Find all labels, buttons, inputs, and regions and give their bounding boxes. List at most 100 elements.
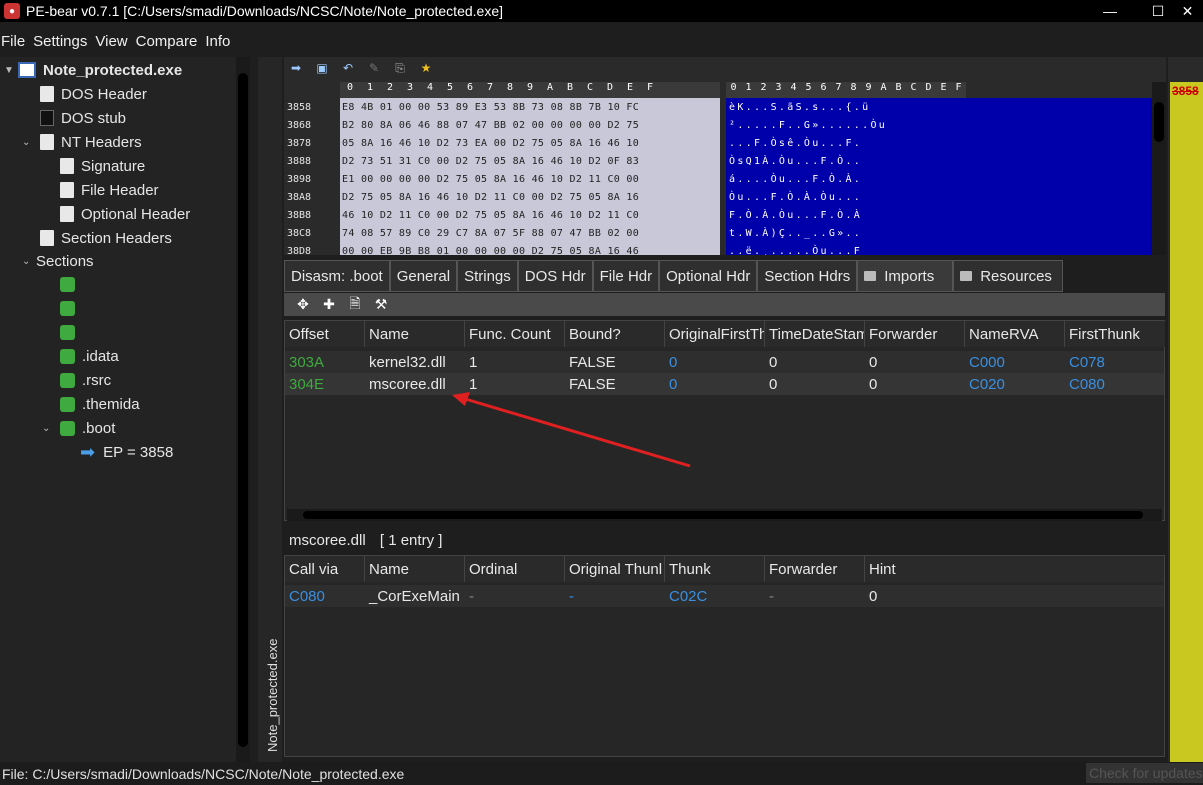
pencil-icon[interactable]: ✎ [366, 61, 382, 75]
column-header[interactable]: Name [365, 556, 465, 582]
tab-disasm[interactable]: Disasm: .boot [284, 260, 390, 292]
collapse-arrow-icon[interactable]: ⌄ [22, 256, 36, 267]
ascii-row[interactable]: ...F.Òsê.Òu...F. [726, 134, 1152, 152]
column-header[interactable]: Offset [285, 321, 365, 347]
tree-item-idata[interactable]: .idata [60, 344, 119, 368]
column-header[interactable]: Name [365, 321, 465, 347]
collapse-arrow-icon[interactable]: ⌄ [42, 423, 56, 434]
tree-item-entry-point[interactable]: ➡ EP = 3858 [80, 440, 173, 464]
hex-row[interactable]: E8 4B 01 00 00 53 89 E3 53 8B 73 08 8B 7… [340, 98, 720, 116]
tab-resources[interactable]: Resources [953, 260, 1064, 292]
original-first-thunk-cell[interactable]: 0 [665, 351, 765, 373]
check-for-updates-button[interactable]: Check for updates [1086, 763, 1203, 783]
menu-settings[interactable]: Settings [32, 33, 88, 50]
menu-file[interactable]: File [0, 33, 26, 50]
tree-item-dos-header[interactable]: DOS Header [40, 82, 147, 106]
call-via-cell[interactable]: C080 [285, 585, 365, 607]
vertical-file-tab[interactable]: Note_protected.exe [258, 57, 282, 762]
scroll-thumb[interactable] [238, 73, 248, 747]
hex-row[interactable]: E1 00 00 00 00 D2 75 05 8A 16 46 10 D2 1… [340, 170, 720, 188]
tab-optional-hdr[interactable]: Optional Hdr [659, 260, 758, 292]
column-header[interactable]: FirstThunk [1065, 321, 1165, 347]
tree-root[interactable]: ▼ Note_protected.exe [4, 58, 182, 82]
table-row-selected[interactable]: 304E mscoree.dll 1 FALSE 0 0 0 C020 C080 [285, 373, 1164, 395]
thunk-cell[interactable]: C02C [665, 585, 765, 607]
tree-item-section-3[interactable] [60, 320, 82, 344]
column-header[interactable]: Forwarder [765, 556, 865, 582]
copy-icon[interactable]: ⎘ [392, 61, 408, 76]
first-thunk-cell[interactable]: C080 [1065, 373, 1164, 395]
name-rva-cell[interactable]: C000 [965, 351, 1065, 373]
column-header[interactable]: Call via [285, 556, 365, 582]
column-header[interactable]: Thunk [665, 556, 765, 582]
tab-general[interactable]: General [389, 260, 458, 292]
tree-scrollbar[interactable] [236, 57, 250, 762]
minimize-button[interactable]: — [1087, 0, 1133, 22]
undo-icon[interactable]: ↶ [340, 61, 356, 75]
tree-item-rsrc[interactable]: .rsrc [60, 368, 111, 392]
ascii-row[interactable]: ÒsQ1À.Òu...F.Ò.. [726, 152, 1152, 170]
column-header[interactable]: Func. Count [465, 321, 565, 347]
image-icon[interactable]: ▣ [314, 61, 330, 75]
tree-item-optional-header[interactable]: Optional Header [60, 202, 190, 226]
menu-view[interactable]: View [94, 33, 128, 50]
add-icon[interactable]: ✚ [322, 296, 336, 313]
collapse-arrow-icon[interactable]: ⌄ [22, 137, 36, 148]
magic-wand-icon[interactable]: ⚒ [374, 296, 388, 313]
column-header[interactable]: Hint [865, 556, 1164, 582]
tab-imports[interactable]: Imports [857, 260, 954, 292]
tree-item-sections[interactable]: ⌄ Sections [22, 249, 94, 273]
ascii-row[interactable]: t.W.À)Ç.._..G».. [726, 224, 1152, 242]
menu-info[interactable]: Info [204, 33, 231, 50]
column-header[interactable]: Bound? [565, 321, 665, 347]
collapse-arrow-icon[interactable]: ▼ [4, 65, 18, 76]
ascii-row[interactable]: èK...S.ãS.s...{.ü [726, 98, 1152, 116]
hex-row[interactable]: D2 73 51 31 C0 00 D2 75 05 8A 16 46 10 D… [340, 152, 720, 170]
tab-dos-hdr[interactable]: DOS Hdr [517, 260, 593, 292]
tab-section-hdrs[interactable]: Section Hdrs [757, 260, 858, 292]
ascii-row[interactable]: F.Ò.À.Òu...F.Ò.À [726, 206, 1152, 224]
tree-item-boot[interactable]: ⌄ .boot [42, 416, 115, 440]
close-button[interactable]: ✕ [1172, 0, 1203, 22]
hex-row[interactable]: D2 75 05 8A 16 46 10 D2 11 C0 00 D2 75 0… [340, 188, 720, 206]
tree-item-section-headers[interactable]: Section Headers [40, 226, 172, 250]
tree-item-file-header[interactable]: File Header [60, 178, 159, 202]
hex-bytes-area[interactable]: E8 4B 01 00 00 53 89 E3 53 8B 73 08 8B 7… [340, 98, 720, 255]
scroll-thumb[interactable] [303, 511, 1143, 519]
table-row[interactable]: 303A kernel32.dll 1 FALSE 0 0 0 C000 C07… [285, 351, 1164, 373]
ascii-row[interactable]: ².....F..G»......Òu [726, 116, 1152, 134]
tree-item-section-2[interactable] [60, 296, 82, 320]
right-overview-strip[interactable]: 3858 [1168, 57, 1203, 785]
tree-item-section-1[interactable] [60, 272, 82, 296]
tree-item-dos-stub[interactable]: DOS stub [40, 106, 126, 130]
original-first-thunk-cell[interactable]: 0 [665, 373, 765, 395]
tree-item-signature[interactable]: Signature [60, 154, 145, 178]
ascii-row[interactable]: ..ë.¸.....Òu...F [726, 242, 1152, 256]
column-header[interactable]: Ordinal [465, 556, 565, 582]
tab-strings[interactable]: Strings [457, 260, 518, 292]
ascii-row[interactable]: á....Òu...F.Ò.À. [726, 170, 1152, 188]
hex-row[interactable]: 46 10 D2 11 C0 00 D2 75 05 8A 16 46 10 D… [340, 206, 720, 224]
goto-arrow-icon[interactable]: ➡ [288, 61, 304, 75]
name-rva-cell[interactable]: C020 [965, 373, 1065, 395]
column-header[interactable]: Forwarder [865, 321, 965, 347]
column-header[interactable]: NameRVA [965, 321, 1065, 347]
hex-row[interactable]: 74 08 57 89 C0 29 C7 8A 07 5F 88 07 47 B… [340, 224, 720, 242]
column-header[interactable]: TimeDateStam [765, 321, 865, 347]
column-header[interactable]: Original Thunl [565, 556, 665, 582]
tree-item-themida[interactable]: .themida [60, 392, 140, 416]
first-thunk-cell[interactable]: C078 [1065, 351, 1164, 373]
table-row[interactable]: C080 _CorExeMain - - C02C - 0 [285, 585, 1164, 607]
tab-file-hdr[interactable]: File Hdr [592, 260, 660, 292]
hex-row[interactable]: B2 80 8A 06 46 88 07 47 BB 02 00 00 00 0… [340, 116, 720, 134]
tree-item-nt-headers[interactable]: ⌄ NT Headers [22, 130, 142, 154]
move-icon[interactable]: ✥ [296, 296, 310, 313]
column-header[interactable]: OriginalFirstTh [665, 321, 765, 347]
save-icon[interactable]: 🗎 [348, 293, 362, 317]
scroll-thumb[interactable] [1154, 102, 1164, 142]
hex-row[interactable]: 00 00 EB 9B B8 01 00 00 00 00 D2 75 05 8… [340, 242, 720, 256]
hex-scrollbar[interactable] [1152, 82, 1166, 255]
star-icon[interactable]: ★ [418, 61, 434, 75]
imports-horizontal-scrollbar[interactable] [287, 509, 1162, 521]
hex-row[interactable]: 05 8A 16 46 10 D2 73 EA 00 D2 75 05 8A 1… [340, 134, 720, 152]
